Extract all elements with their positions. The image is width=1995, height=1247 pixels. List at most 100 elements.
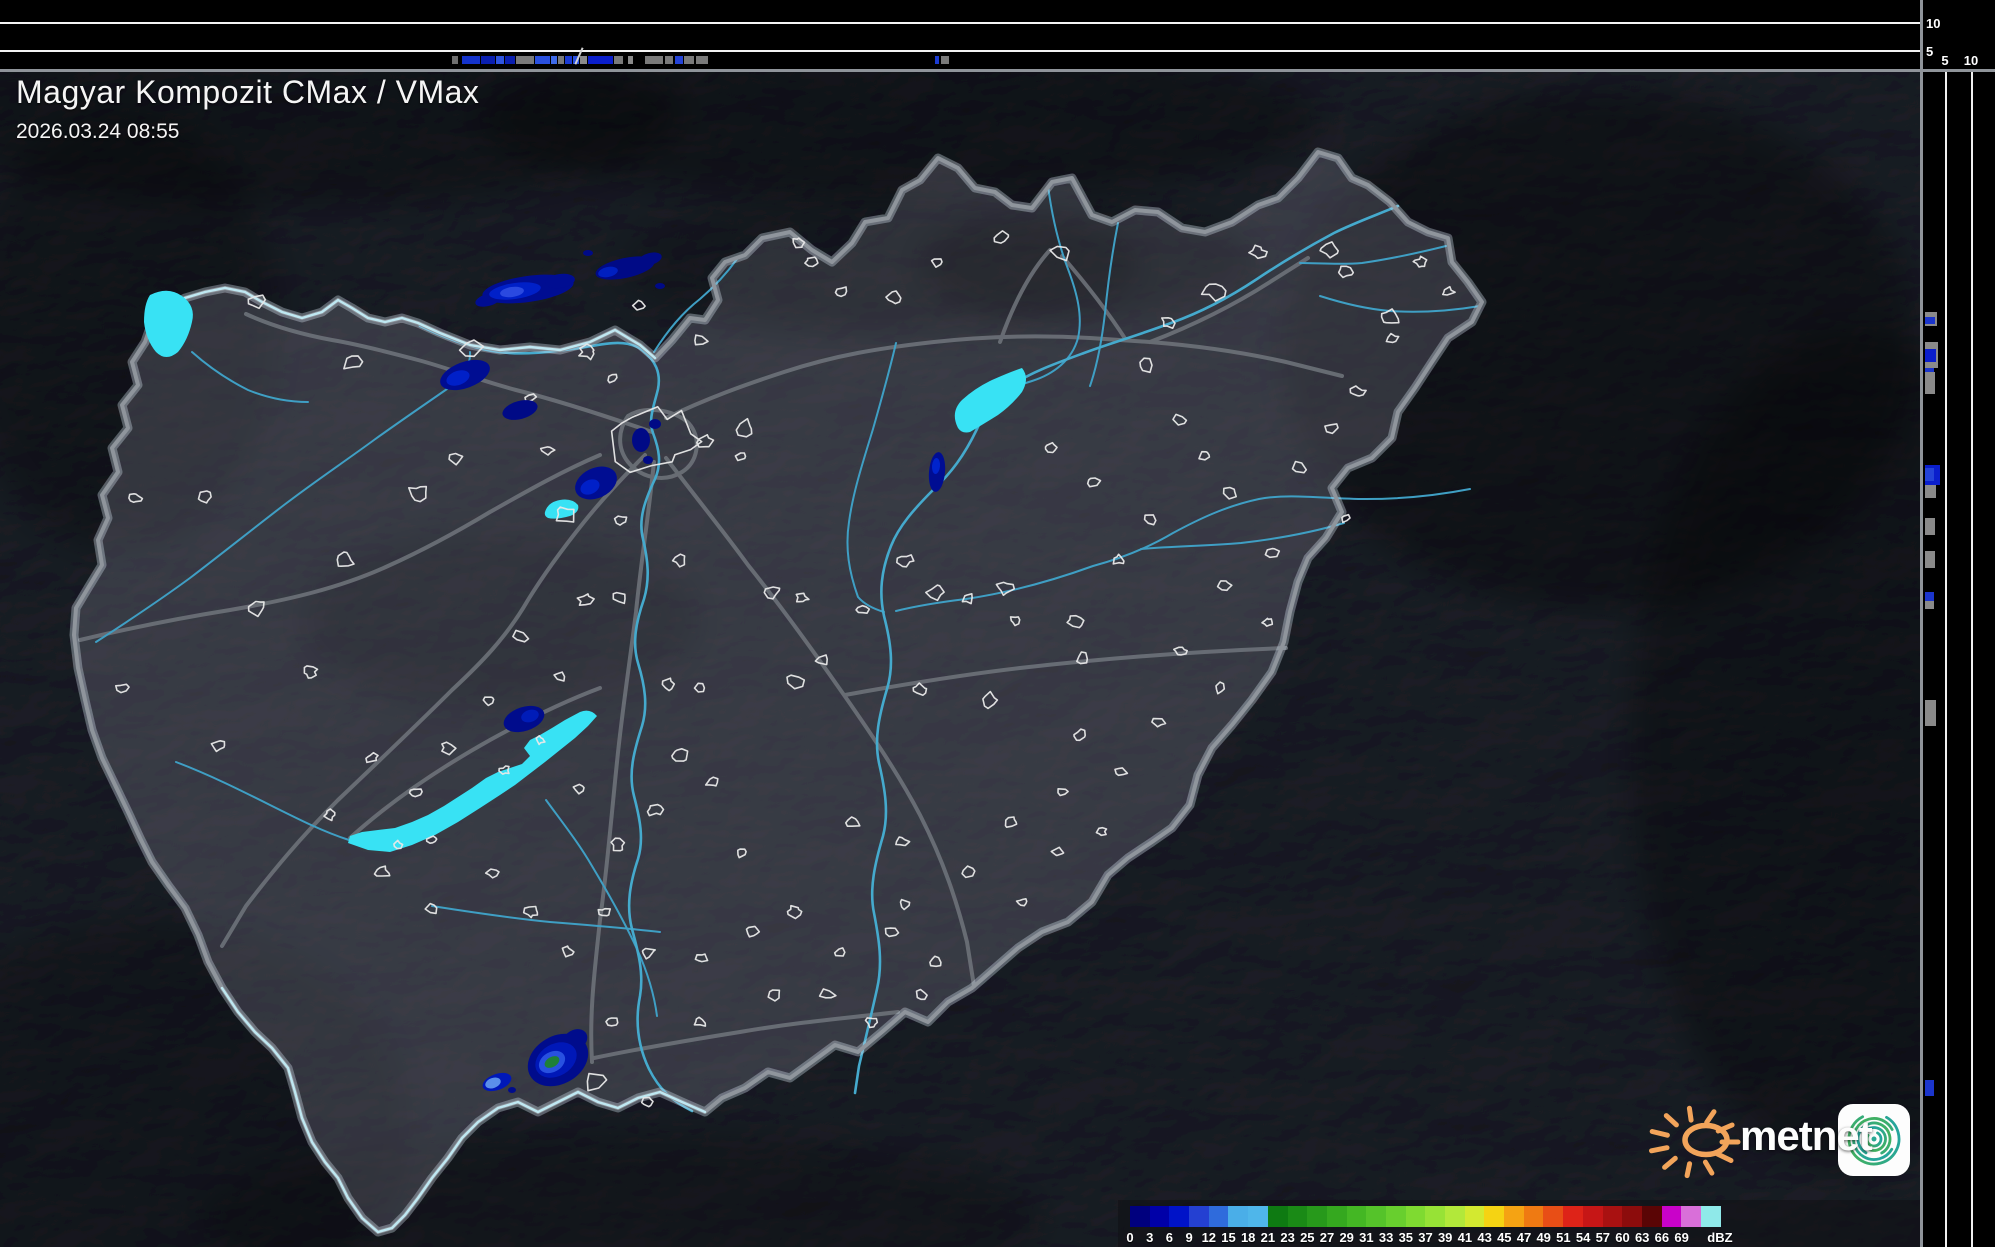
scale-tick-label: 12 <box>1202 1230 1216 1245</box>
scale-tick-label: 15 <box>1221 1230 1235 1245</box>
timeline-segment <box>645 56 663 64</box>
scale-cell <box>1445 1206 1465 1227</box>
right-hist-bar <box>1925 372 1935 394</box>
right-hist-gridline <box>1971 72 1973 1247</box>
scale-tick-label: 60 <box>1615 1230 1629 1245</box>
hungary-radar-map <box>0 0 1995 1247</box>
radar-echo <box>649 419 661 429</box>
right-hist-bar <box>1925 485 1936 498</box>
scale-cell <box>1543 1206 1563 1227</box>
scale-tick-label: 66 <box>1655 1230 1669 1245</box>
scale-tick-label: 41 <box>1458 1230 1472 1245</box>
scale-tick-label: 54 <box>1576 1230 1590 1245</box>
timeline-segment <box>935 56 939 64</box>
right-hist-bar <box>1925 700 1936 726</box>
timeline-segment <box>496 56 504 64</box>
timeline-segment <box>580 56 587 64</box>
scale-tick-label: 18 <box>1241 1230 1255 1245</box>
scale-cell <box>1583 1206 1603 1227</box>
scale-tick-label: 45 <box>1497 1230 1511 1245</box>
scale-tick-label: 35 <box>1399 1230 1413 1245</box>
right-hist-bar <box>1925 551 1935 568</box>
timeline-segment <box>505 56 515 64</box>
scale-cell <box>1681 1206 1701 1227</box>
scale-cell <box>1228 1206 1248 1227</box>
scale-cell <box>1327 1206 1347 1227</box>
timeline-segment <box>462 56 480 64</box>
scale-tick-label: 43 <box>1477 1230 1491 1245</box>
scale-cell <box>1366 1206 1386 1227</box>
scale-tick-label: 37 <box>1418 1230 1432 1245</box>
scale-tick-label: 69 <box>1674 1230 1688 1245</box>
scale-cell <box>1622 1206 1642 1227</box>
scale-tick-labels: 0369121518212325272931333537394143454749… <box>1130 1230 1770 1245</box>
scale-tick-label: 31 <box>1359 1230 1373 1245</box>
scale-tick-label: 39 <box>1438 1230 1452 1245</box>
scale-tick-label: 6 <box>1166 1230 1173 1245</box>
scale-cell <box>1662 1206 1682 1227</box>
scale-cell <box>1189 1206 1209 1227</box>
scale-cells <box>1130 1206 1721 1227</box>
timeline-segment <box>941 56 949 64</box>
right-hist-bar <box>1925 518 1935 535</box>
timeline-segment <box>452 56 458 64</box>
right-histogram-panel: 105510 <box>1923 0 1995 1247</box>
scale-tick-label: 0 <box>1126 1230 1133 1245</box>
title-block: Magyar Kompozit CMax / VMax 2026.03.24 0… <box>16 74 479 144</box>
timeline-segment <box>551 56 557 64</box>
scale-tick-label: 57 <box>1596 1230 1610 1245</box>
scale-cell <box>1563 1206 1583 1227</box>
scale-cell <box>1484 1206 1504 1227</box>
hist-gridline-10 <box>0 22 1920 24</box>
scale-tick-label: 27 <box>1320 1230 1334 1245</box>
radar-echo <box>583 250 593 256</box>
right-hist-bar <box>1925 317 1935 324</box>
scale-cell <box>1169 1206 1189 1227</box>
hist-y-axis-label: 10 <box>1926 17 1940 30</box>
right-strip-divider <box>1920 0 1923 1247</box>
timestamp: 2026.03.24 08:55 <box>16 120 479 144</box>
scale-tick-label: 33 <box>1379 1230 1393 1245</box>
timeline-segment <box>565 56 572 64</box>
timeline-segment <box>696 56 708 64</box>
timeline-segment <box>535 56 550 64</box>
timeline-segment <box>684 56 694 64</box>
timeline-segment <box>675 56 683 64</box>
logo-wordmark: metnet <box>1740 1112 1872 1160</box>
scale-tick-label: 9 <box>1185 1230 1192 1245</box>
scale-tick-label: 3 <box>1146 1230 1153 1245</box>
scale-unit-label: dBZ <box>1707 1230 1732 1245</box>
scale-tick-label: 25 <box>1300 1230 1314 1245</box>
radar-echo <box>643 456 653 464</box>
sun-icon <box>1652 1108 1739 1175</box>
timeline-segment <box>614 56 623 64</box>
scale-cell <box>1150 1206 1170 1227</box>
scale-cell <box>1288 1206 1308 1227</box>
right-hist-gridline <box>1945 72 1947 1247</box>
radar-screen: 10 5 51 0 Magyar Kompozit CMax / VMax 2026.… <box>0 0 1995 1247</box>
right-hist-bar <box>1925 1080 1934 1096</box>
scale-cell <box>1603 1206 1623 1227</box>
scale-cell <box>1504 1206 1524 1227</box>
scale-cell <box>1307 1206 1327 1227</box>
radar-echo <box>508 1087 516 1093</box>
page-title: Magyar Kompozit CMax / VMax <box>16 74 479 111</box>
scale-tick-label: 51 <box>1556 1230 1570 1245</box>
timeline-segment <box>516 56 534 64</box>
scale-tick-label: 21 <box>1261 1230 1275 1245</box>
right-hist-bar <box>1925 601 1934 609</box>
scale-cell <box>1465 1206 1485 1227</box>
map-top-divider <box>0 69 1995 72</box>
hist-gridline-5 <box>0 50 1920 52</box>
hist-x-axis-label: 10 <box>1964 54 1978 67</box>
scale-tick-label: 49 <box>1536 1230 1550 1245</box>
scale-cell <box>1406 1206 1426 1227</box>
scale-cell <box>1524 1206 1544 1227</box>
timeline-segment <box>481 56 495 64</box>
timeline-segment <box>628 56 633 64</box>
scale-tick-label: 29 <box>1339 1230 1353 1245</box>
scale-tick-label: 23 <box>1280 1230 1294 1245</box>
hist-y-axis-label: 5 <box>1926 45 1933 58</box>
right-hist-bar <box>1925 468 1934 481</box>
scale-tick-label: 47 <box>1517 1230 1531 1245</box>
